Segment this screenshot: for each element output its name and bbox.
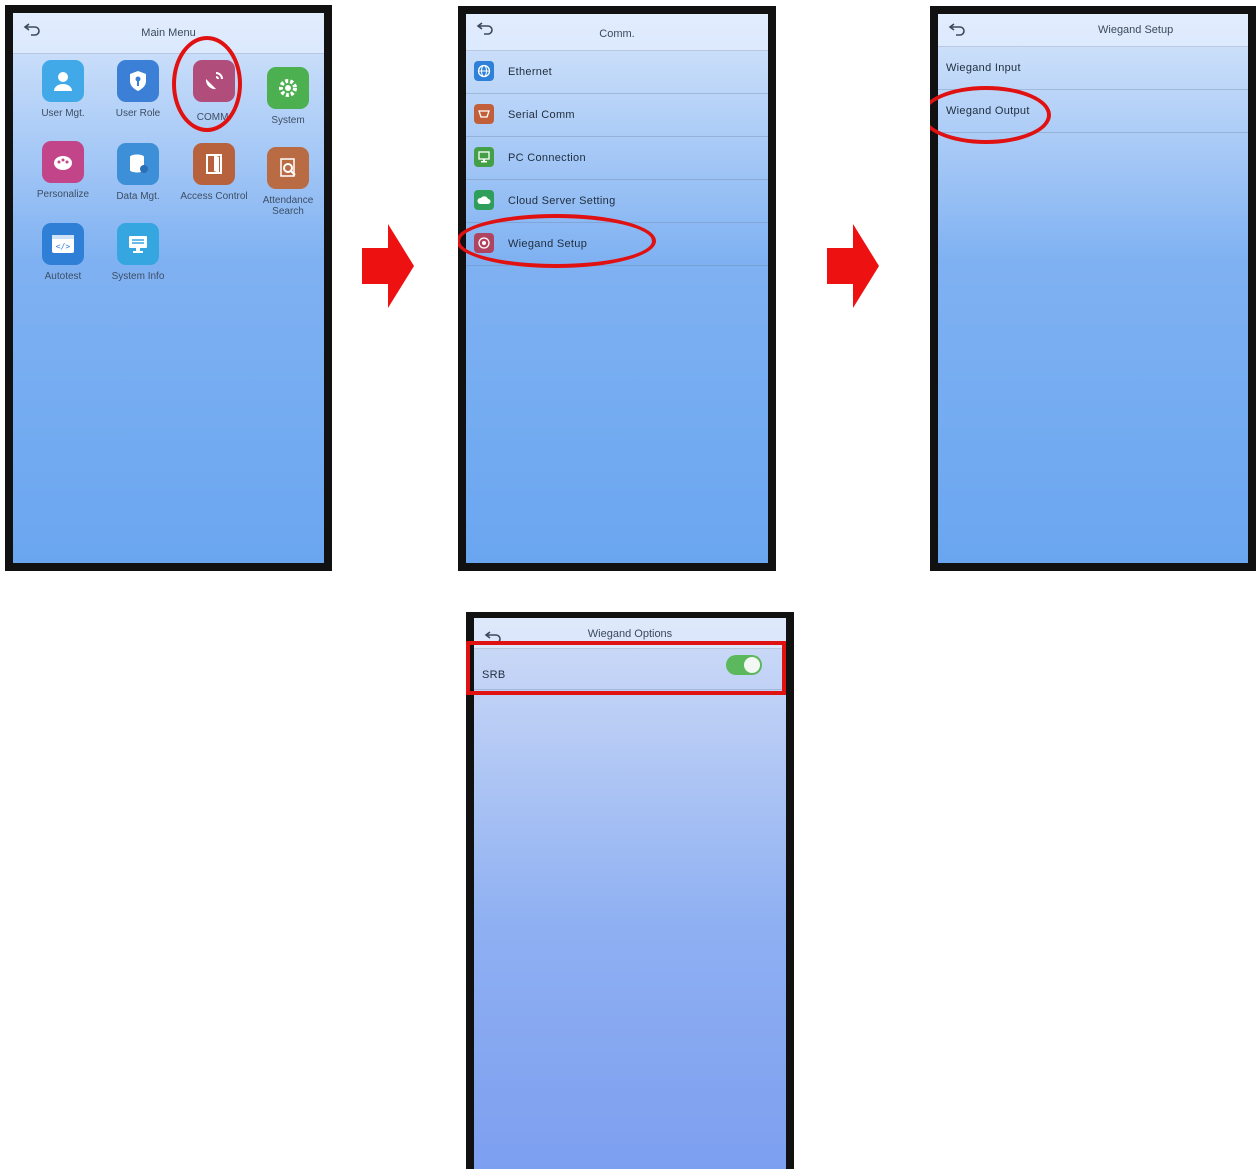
palette-icon	[42, 141, 84, 183]
title-bar: Main Menu	[13, 13, 324, 54]
list-item-label: Serial Comm	[508, 109, 575, 121]
app-label: Personalize	[36, 189, 90, 200]
app-user-role[interactable]: User Role	[103, 60, 173, 119]
door-icon	[193, 143, 235, 185]
pc-icon	[474, 147, 494, 167]
arrow-right-icon	[362, 224, 414, 308]
shield-icon	[117, 60, 159, 102]
highlight-rectangle	[466, 641, 786, 695]
arrow-right-icon	[827, 224, 879, 308]
app-label: Autotest	[44, 271, 82, 282]
list-item-pc-connection[interactable]: PC Connection	[466, 137, 768, 180]
user-icon	[42, 60, 84, 102]
app-system-info[interactable]: System Info	[103, 223, 173, 282]
database-icon	[117, 143, 159, 185]
app-attendance-search[interactable]: Attendance Search	[253, 147, 323, 217]
code-window-icon: </>	[42, 223, 84, 265]
serial-port-icon	[474, 104, 494, 124]
page-title: Main Menu	[141, 27, 196, 39]
comm-screen: Comm. Ethernet Serial Comm PC Connection…	[466, 14, 768, 563]
app-system[interactable]: System	[253, 67, 323, 126]
magnifier-document-icon	[267, 147, 309, 189]
app-personalize[interactable]: Personalize	[28, 141, 98, 200]
list-item-serial-comm[interactable]: Serial Comm	[466, 94, 768, 137]
list-item-label: Wiegand Input	[946, 62, 1021, 74]
list-item-label: PC Connection	[508, 152, 586, 164]
main-menu-screen: Main Menu User Mgt. User Role COMM. Syst…	[13, 13, 324, 563]
app-label: System Info	[111, 271, 165, 282]
device-main-menu: Main Menu User Mgt. User Role COMM. Syst…	[5, 5, 332, 571]
list-item-label: Cloud Server Setting	[508, 195, 616, 207]
page-title: Comm.	[599, 28, 635, 40]
list-item-wiegand-input[interactable]: Wiegand Input	[938, 47, 1248, 90]
app-user-mgt[interactable]: User Mgt.	[28, 60, 98, 119]
app-label: System	[271, 115, 305, 126]
app-label: Access Control	[180, 191, 248, 202]
page-title: Wiegand Options	[587, 628, 673, 640]
monitor-icon	[117, 223, 159, 265]
page-title: Wiegand Setup	[1098, 24, 1174, 36]
cloud-icon	[474, 190, 494, 210]
globe-icon	[474, 61, 494, 81]
gear-icon	[267, 67, 309, 109]
list-item-ethernet[interactable]: Ethernet	[466, 51, 768, 94]
app-access-control[interactable]: Access Control	[179, 143, 249, 202]
list-item-label: Ethernet	[508, 66, 552, 78]
app-label: User Mgt.	[41, 108, 85, 119]
device-comm: Comm. Ethernet Serial Comm PC Connection…	[458, 6, 776, 571]
title-bar: Wiegand Setup	[938, 14, 1248, 47]
svg-text:</>: </>	[56, 242, 71, 251]
back-icon[interactable]	[948, 22, 966, 36]
device-wiegand-options: Wiegand Options SRB	[466, 612, 794, 1169]
title-bar: Comm.	[466, 14, 768, 51]
app-label: User Role	[115, 108, 161, 119]
app-autotest[interactable]: </> Autotest	[28, 223, 98, 282]
app-label: Attendance Search	[262, 195, 314, 217]
highlight-circle	[172, 36, 242, 132]
app-data-mgt[interactable]: Data Mgt.	[103, 143, 173, 202]
device-wiegand-setup: Wiegand Setup Wiegand Input Wiegand Outp…	[930, 6, 1256, 571]
app-label: Data Mgt.	[116, 191, 160, 202]
highlight-circle	[458, 214, 656, 268]
wiegand-options-screen: Wiegand Options SRB	[474, 618, 786, 1169]
